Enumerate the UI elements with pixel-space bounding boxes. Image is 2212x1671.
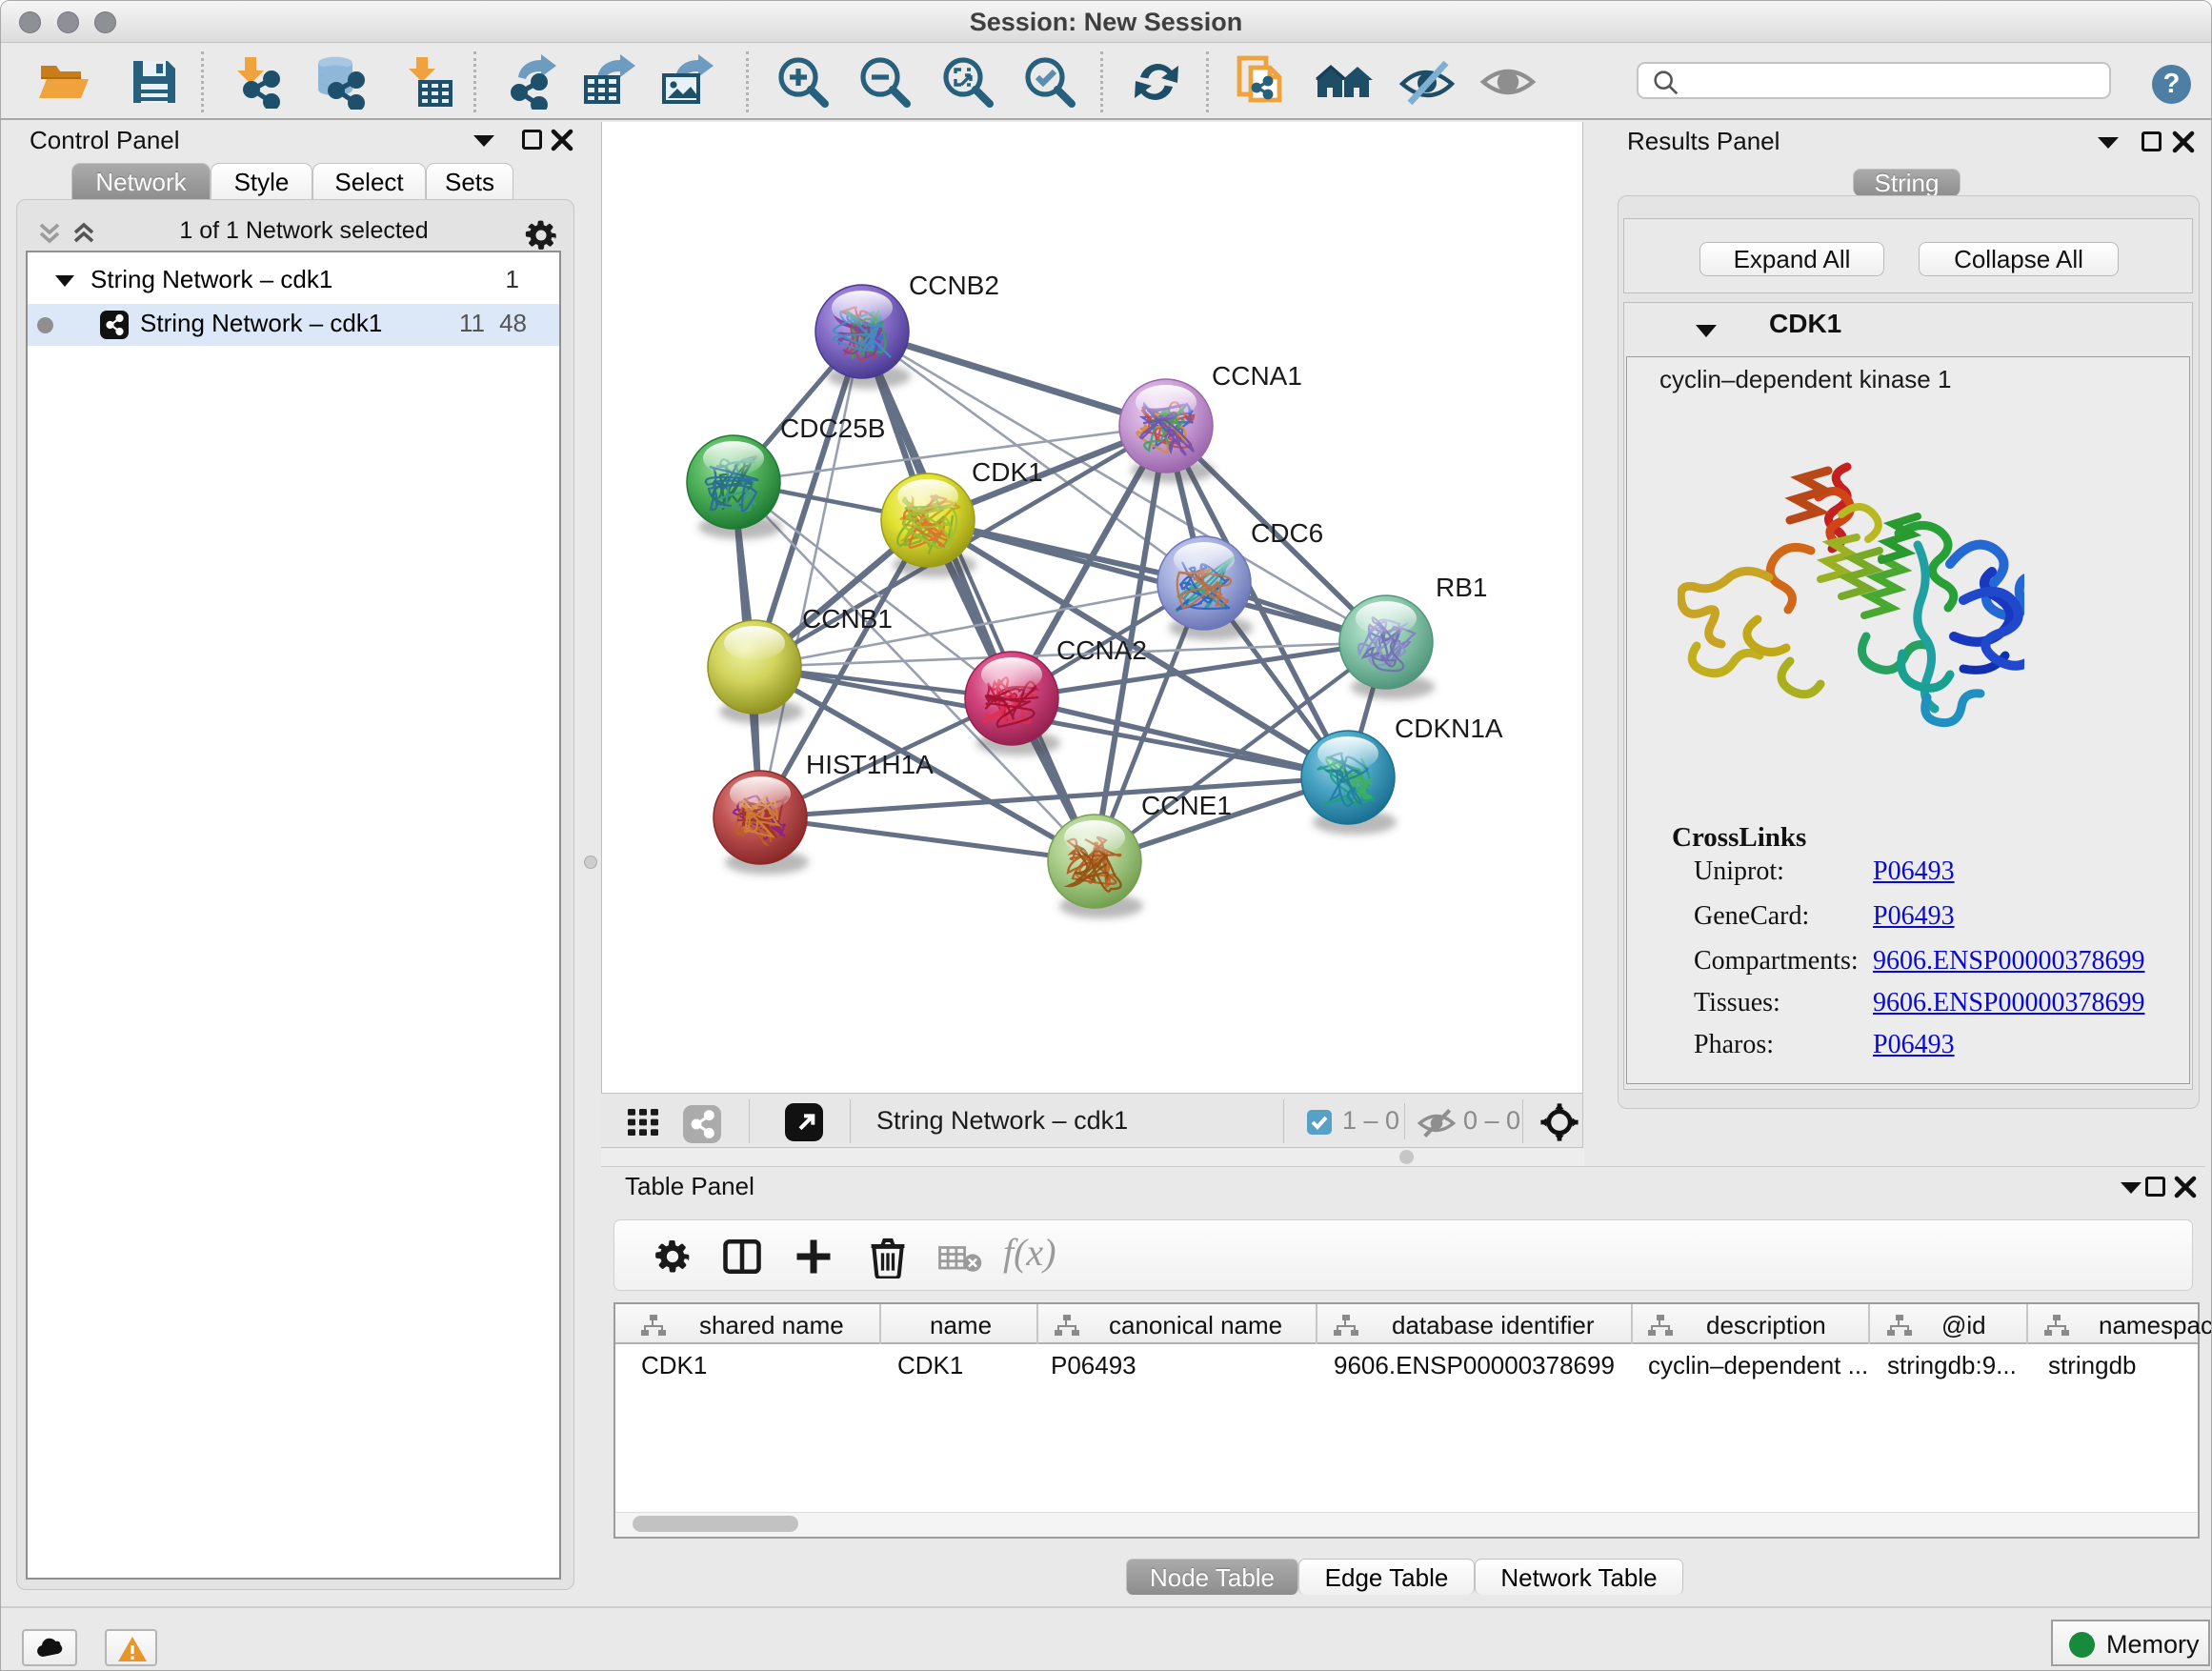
svg-text:CCNA1: CCNA1 xyxy=(1212,361,1302,391)
svg-text:CCNB2: CCNB2 xyxy=(909,271,999,300)
svg-text:CDK1: CDK1 xyxy=(972,457,1043,487)
svg-text:CCNE1: CCNE1 xyxy=(1141,791,1232,820)
svg-text:HIST1H1A: HIST1H1A xyxy=(806,750,934,779)
svg-text:RB1: RB1 xyxy=(1436,573,1487,602)
svg-text:CCNA2: CCNA2 xyxy=(1056,635,1147,665)
svg-text:CDC6: CDC6 xyxy=(1251,518,1323,548)
svg-text:CDKN1A: CDKN1A xyxy=(1395,714,1503,743)
svg-text:CCNB1: CCNB1 xyxy=(802,604,893,634)
svg-text:CDC25B: CDC25B xyxy=(780,413,885,443)
